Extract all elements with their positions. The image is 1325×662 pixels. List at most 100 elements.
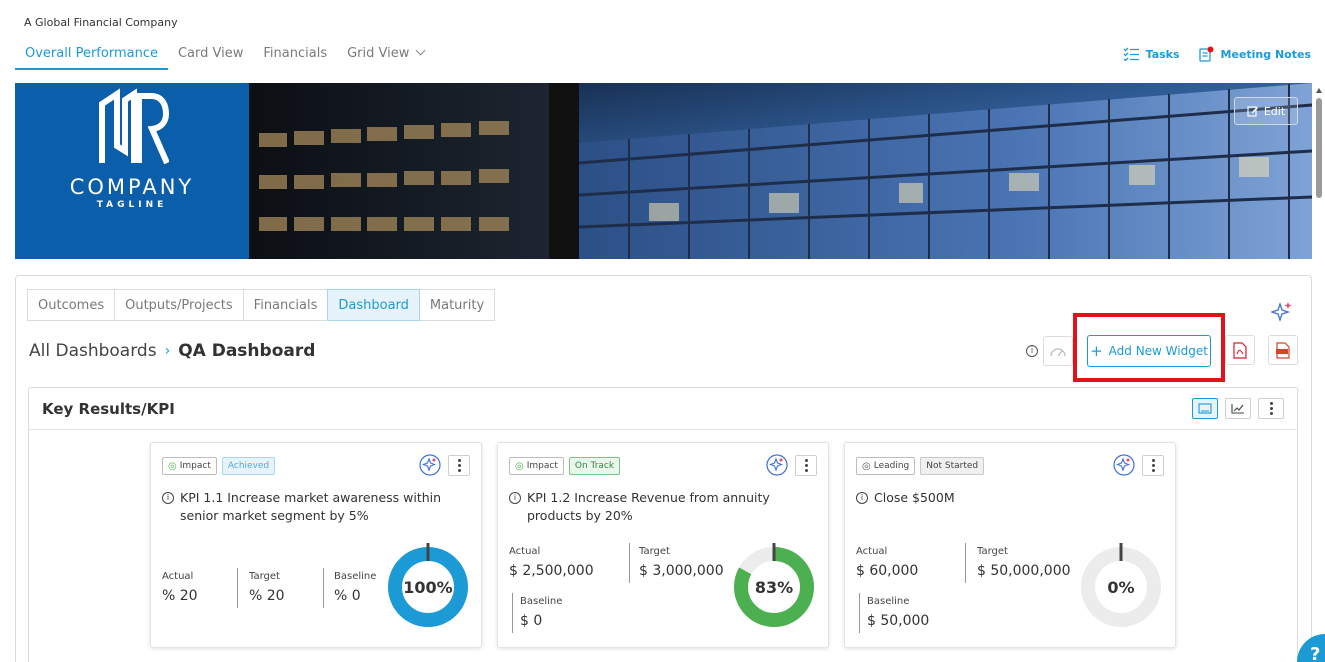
divider [512, 593, 513, 633]
card-view-toggle[interactable] [1192, 398, 1218, 419]
tab-grid-view[interactable]: Grid View [337, 38, 434, 70]
divider [323, 568, 324, 608]
baseline-label: Baseline [867, 596, 910, 607]
company-subtitle: A Global Financial Company [24, 16, 178, 29]
notes-icon [1198, 46, 1214, 62]
info-icon[interactable]: i [509, 492, 521, 504]
actual-metric: Actual % 20 [162, 571, 198, 604]
breadcrumb-all-dashboards[interactable]: All Dashboards [29, 341, 157, 361]
tab-card-view[interactable]: Card View [168, 38, 253, 70]
donut-percent-label: 100% [403, 578, 452, 597]
tab-outputs-projects[interactable]: Outputs/Projects [114, 289, 244, 321]
donut-percent-label: 83% [755, 578, 793, 597]
card-more-button[interactable] [448, 455, 470, 476]
kpi-card[interactable]: ◎ Leading Not Started i Close $500M Actual… [844, 442, 1176, 648]
info-icon[interactable]: i [1026, 345, 1038, 357]
tab-outcomes[interactable]: Outcomes [27, 289, 116, 321]
speedometer-button[interactable] [1043, 336, 1073, 366]
kpi-title-text: Close $500M [874, 490, 955, 505]
actual-label: Actual [509, 546, 541, 557]
chevron-right-icon: › [164, 343, 171, 359]
ai-sparkle-icon[interactable] [419, 454, 441, 476]
breadcrumb-current: QA Dashboard [178, 341, 316, 361]
actual-label: Actual [162, 571, 194, 582]
info-icon[interactable]: i [162, 492, 174, 504]
ai-sparkle-icon[interactable] [766, 454, 788, 476]
tab-maturity[interactable]: Maturity [418, 289, 496, 321]
tasks-link[interactable]: Tasks [1123, 46, 1180, 62]
chevron-down-icon [415, 45, 426, 56]
meeting-notes-label: Meeting Notes [1220, 47, 1311, 61]
svg-text:?: ? [1310, 644, 1320, 662]
target-value: % 20 [249, 588, 285, 604]
info-icon[interactable]: i [856, 492, 868, 504]
logo-company-name: COMPANY [69, 175, 195, 199]
status-badge: On Track [568, 457, 621, 475]
kpi-type-badge: ◎ Impact [509, 457, 564, 475]
actual-metric: Actual $ 60,000 [856, 546, 918, 579]
export-ppt-button[interactable] [1268, 335, 1298, 365]
more-vertical-icon [804, 459, 808, 472]
target-value: $ 3,000,000 [639, 563, 724, 579]
baseline-metric: Baseline $ 0 [520, 596, 562, 629]
progress-donut: 100% [388, 543, 468, 627]
export-pdf-button[interactable] [1225, 335, 1255, 365]
card-more-button[interactable] [1142, 455, 1164, 476]
kpi-section-header: Key Results/KPI [29, 388, 1297, 430]
target-icon: ◎ [515, 460, 524, 472]
kpi-more-button[interactable] [1258, 398, 1284, 419]
kpi-title-text: KPI 1.1 Increase market awareness within… [180, 490, 442, 523]
company-logo: COMPANY TAGLINE [15, 83, 249, 259]
edit-banner-button[interactable]: Edit [1234, 97, 1298, 125]
target-label: Target [639, 546, 670, 557]
baseline-value: $ 50,000 [867, 613, 930, 629]
target-metric: Target % 20 [249, 571, 285, 604]
more-vertical-icon [1269, 402, 1273, 415]
tab-dashboard[interactable]: Dashboard [327, 289, 420, 321]
baseline-metric: Baseline % 0 [334, 571, 376, 604]
kpi-title: i KPI 1.2 Increase Revenue from annuity p… [509, 489, 819, 525]
status-badge: Not Started [920, 457, 985, 475]
more-vertical-icon [1151, 459, 1155, 472]
page-scrollbar[interactable] [1314, 88, 1325, 662]
scrollbar-thumb[interactable] [1316, 98, 1322, 198]
edit-label: Edit [1263, 104, 1286, 118]
tab-financials-section[interactable]: Financials [242, 289, 329, 321]
section-tabs: Outcomes Outputs/Projects Financials Das… [27, 289, 496, 321]
ai-sparkle-icon[interactable] [1113, 454, 1135, 476]
target-icon: ◎ [168, 460, 177, 472]
progress-donut: 83% [734, 543, 814, 627]
card-more-button[interactable] [795, 455, 817, 476]
divider [629, 543, 630, 583]
top-links: Tasks Meeting Notes [1123, 46, 1311, 62]
kpi-title-text: KPI 1.2 Increase Revenue from annuity pr… [527, 490, 770, 523]
ai-sparkle-icon[interactable] [1271, 301, 1293, 323]
divider [859, 593, 860, 633]
mr-logo-mark [99, 88, 169, 165]
kpi-type-badge: ◎ Impact [162, 457, 217, 475]
tab-overall-performance[interactable]: Overall Performance [15, 38, 168, 70]
chart-view-toggle[interactable] [1225, 398, 1251, 419]
help-chat-icon[interactable]: ? [1297, 630, 1325, 662]
office-building-photo [249, 83, 1312, 259]
ppt-icon [1276, 341, 1290, 359]
actual-label: Actual [856, 546, 888, 557]
company-banner: COMPANY TAGLINE Edit [15, 83, 1312, 259]
kpi-card[interactable]: ◎ Impact On Track i KPI 1.2 Increase Reven… [497, 442, 829, 648]
target-label: Target [249, 571, 280, 582]
card-view-icon [1198, 403, 1212, 414]
pdf-icon [1233, 341, 1247, 359]
kpi-card[interactable]: ◎ Impact Achieved i KPI 1.1 Increase marke… [150, 442, 482, 648]
divider [237, 568, 238, 608]
tab-financials[interactable]: Financials [253, 38, 337, 70]
target-label: Target [977, 546, 1008, 557]
target-icon: ◎ [862, 460, 871, 472]
line-chart-icon [1231, 404, 1244, 414]
scroll-up-arrow[interactable] [1316, 88, 1322, 93]
progress-donut: 0% [1081, 543, 1161, 627]
kpi-title: i KPI 1.1 Increase market awareness withi… [162, 489, 472, 525]
meeting-notes-link[interactable]: Meeting Notes [1198, 46, 1311, 62]
baseline-label: Baseline [520, 596, 563, 607]
kpi-type-badge: ◎ Leading [856, 457, 916, 475]
divider [965, 543, 966, 583]
